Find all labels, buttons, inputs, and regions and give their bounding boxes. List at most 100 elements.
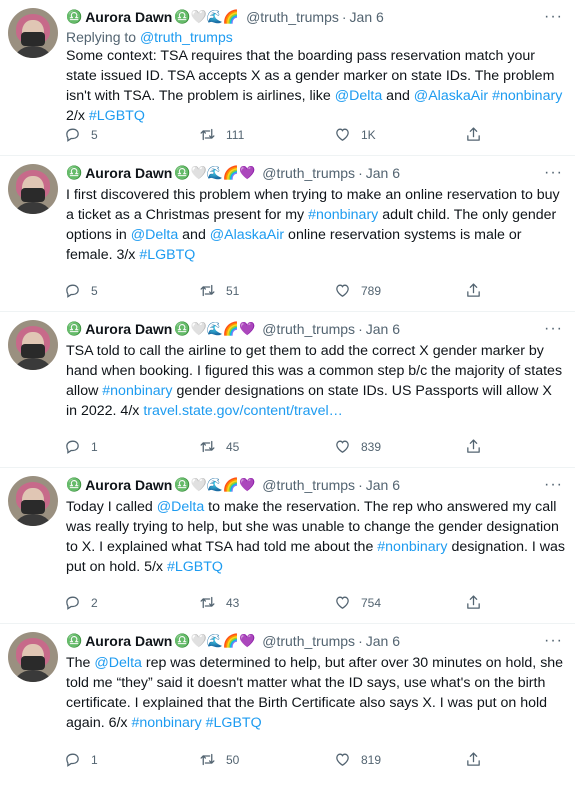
user-handle[interactable]: @truth_trumps <box>262 321 355 337</box>
retweet-button[interactable]: 111 <box>199 126 334 143</box>
retweet-button[interactable]: 45 <box>199 438 334 455</box>
text-link[interactable]: @Delta <box>131 227 179 243</box>
more-options-icon[interactable]: ··· <box>544 164 565 182</box>
share-icon[interactable] <box>465 594 492 611</box>
avatar-body <box>12 358 54 370</box>
retweet-icon[interactable] <box>199 594 226 611</box>
like-icon[interactable] <box>334 282 361 299</box>
retweet-count: 111 <box>226 127 245 142</box>
name-emoji-before: ♎ <box>66 633 83 648</box>
display-name[interactable]: Aurora Dawn <box>85 165 172 181</box>
tweet-date[interactable]: Jan 6 <box>350 9 384 25</box>
retweet-button[interactable]: 43 <box>199 594 334 611</box>
like-icon[interactable] <box>334 751 361 768</box>
like-button[interactable]: 789 <box>334 282 469 299</box>
like-icon[interactable] <box>334 438 361 455</box>
reply-button[interactable]: 1 <box>64 438 199 455</box>
text-segment: and <box>178 227 210 243</box>
reply-button[interactable]: 5 <box>64 282 199 299</box>
text-link[interactable]: #nonbinary <box>492 88 562 104</box>
text-link[interactable]: @Delta <box>335 88 383 104</box>
more-options-icon[interactable]: ··· <box>544 632 565 650</box>
retweet-icon[interactable] <box>199 282 226 299</box>
retweet-button[interactable]: 51 <box>199 282 334 299</box>
user-handle[interactable]: @truth_trumps <box>262 477 355 493</box>
reply-icon[interactable] <box>64 126 91 143</box>
separator-dot: · <box>358 321 363 337</box>
more-options-icon[interactable]: ··· <box>544 476 565 494</box>
reply-count: 1 <box>91 752 98 767</box>
retweet-icon[interactable] <box>199 438 226 455</box>
more-options-icon[interactable]: ··· <box>544 320 565 338</box>
share-icon[interactable] <box>465 126 492 143</box>
tweet[interactable]: ♎ Aurora Dawn ♎🤍🌊🌈💜 @truth_trumps · Jan 6 ··· I… <box>0 156 575 312</box>
share-icon[interactable] <box>465 282 492 299</box>
tweet-date[interactable]: Jan 6 <box>366 633 400 649</box>
text-link[interactable]: travel.state.gov/content/travel… <box>143 403 343 419</box>
display-name[interactable]: Aurora Dawn <box>85 633 172 649</box>
like-button[interactable]: 819 <box>334 751 469 768</box>
text-link[interactable]: #nonbinary <box>377 539 447 555</box>
tweet[interactable]: ♎ Aurora Dawn ♎🤍🌊🌈💜 @truth_trumps · Jan 6 ··· T… <box>0 468 575 624</box>
share-icon[interactable] <box>465 438 492 455</box>
replying-handle-link[interactable]: @truth_trumps <box>140 29 233 45</box>
share-button[interactable] <box>465 438 492 455</box>
text-link[interactable]: @AlaskaAir <box>414 88 488 104</box>
tweet[interactable]: ♎ Aurora Dawn ♎🤍🌊🌈💜 @truth_trumps · Jan 6 ··· T… <box>0 624 575 780</box>
user-handle[interactable]: @truth_trumps <box>246 9 339 25</box>
avatar[interactable] <box>8 476 58 526</box>
like-button[interactable]: 754 <box>334 594 469 611</box>
retweet-icon[interactable] <box>199 126 226 143</box>
share-icon[interactable] <box>465 751 492 768</box>
text-link[interactable]: #LGBTQ <box>206 715 262 731</box>
display-name[interactable]: Aurora Dawn <box>85 477 172 493</box>
tweet-date[interactable]: Jan 6 <box>366 321 400 337</box>
reply-button[interactable]: 1 <box>64 751 199 768</box>
name-emoji-before: ♎ <box>66 477 83 492</box>
text-link[interactable]: @Delta <box>157 499 205 515</box>
share-button[interactable] <box>465 594 492 611</box>
tweet[interactable]: ♎ Aurora Dawn ♎🤍🌊🌈💜 @truth_trumps · Jan 6 ··· T… <box>0 312 575 468</box>
text-link[interactable]: #nonbinary <box>102 383 172 399</box>
reply-icon[interactable] <box>64 751 91 768</box>
share-button[interactable] <box>465 751 492 768</box>
display-name[interactable]: Aurora Dawn <box>85 9 172 25</box>
user-handle[interactable]: @truth_trumps <box>262 165 355 181</box>
text-link[interactable]: #nonbinary <box>131 715 201 731</box>
share-button[interactable] <box>465 282 492 299</box>
retweet-button[interactable]: 50 <box>199 751 334 768</box>
name-emoji-before: ♎ <box>66 321 83 336</box>
text-link[interactable]: @Delta <box>94 655 142 671</box>
tweet-date[interactable]: Jan 6 <box>366 477 400 493</box>
avatar-mask <box>21 656 45 670</box>
avatar[interactable] <box>8 320 58 370</box>
avatar-body <box>12 46 54 58</box>
like-count: 819 <box>361 752 382 767</box>
text-link[interactable]: #nonbinary <box>308 207 378 223</box>
retweet-icon[interactable] <box>199 751 226 768</box>
more-options-icon[interactable]: ··· <box>544 8 565 26</box>
text-link[interactable]: #LGBTQ <box>89 108 145 124</box>
like-icon[interactable] <box>334 594 361 611</box>
reply-icon[interactable] <box>64 594 91 611</box>
like-icon[interactable] <box>334 126 361 143</box>
tweet[interactable]: ♎ Aurora Dawn ♎🤍🌊🌈 @truth_trumps · Jan 6 ··· Re… <box>0 0 575 156</box>
share-button[interactable] <box>465 126 492 143</box>
like-button[interactable]: 1K <box>334 126 469 143</box>
avatar[interactable] <box>8 8 58 58</box>
reply-count: 2 <box>91 595 98 610</box>
reply-icon[interactable] <box>64 438 91 455</box>
reply-button[interactable]: 2 <box>64 594 199 611</box>
avatar[interactable] <box>8 164 58 214</box>
like-button[interactable]: 839 <box>334 438 469 455</box>
user-handle[interactable]: @truth_trumps <box>262 633 355 649</box>
reply-button[interactable]: 5 <box>64 126 199 143</box>
tweet-thread: ♎ Aurora Dawn ♎🤍🌊🌈 @truth_trumps · Jan 6 ··· Re… <box>0 0 575 780</box>
reply-icon[interactable] <box>64 282 91 299</box>
avatar[interactable] <box>8 632 58 682</box>
display-name[interactable]: Aurora Dawn <box>85 321 172 337</box>
text-link[interactable]: @AlaskaAir <box>210 227 284 243</box>
text-link[interactable]: #LGBTQ <box>167 559 223 575</box>
text-link[interactable]: #LGBTQ <box>139 247 195 263</box>
tweet-date[interactable]: Jan 6 <box>366 165 400 181</box>
